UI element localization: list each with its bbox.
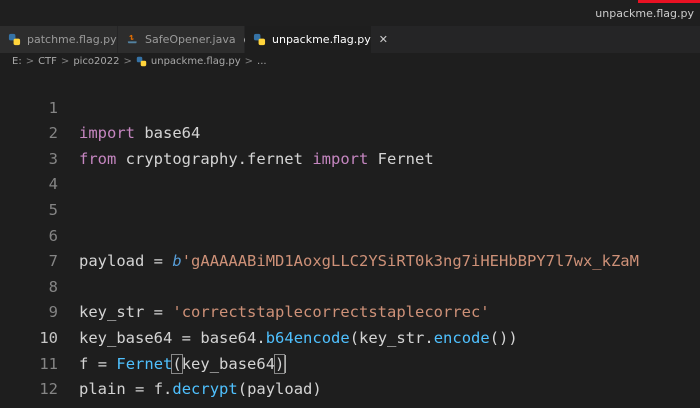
breadcrumb-item[interactable]: ... xyxy=(257,56,267,67)
breadcrumb-item[interactable]: pico2022 xyxy=(73,56,119,67)
code-line: 6 payload = b'gAAAAABiMD1AoxgLLC2YSiRT0k… xyxy=(0,198,700,271)
code-line: 10 f = Fernet(key_base64) xyxy=(0,300,700,374)
breadcrumb-item[interactable]: E: xyxy=(12,56,22,67)
code-line: 5 xyxy=(0,172,700,219)
code-line: 11 plain = f.decrypt(payload) xyxy=(0,326,700,399)
title-bar: unpackme.flag.py xyxy=(0,0,700,26)
java-icon xyxy=(127,34,137,44)
code-line: 4 xyxy=(0,147,700,193)
breadcrumb-separator: > xyxy=(25,56,35,67)
tab-label: patchme.flag.py xyxy=(27,33,117,46)
python-icon xyxy=(8,33,21,46)
active-window-indicator xyxy=(638,0,700,3)
close-icon[interactable]: ✕ xyxy=(379,33,388,46)
breadcrumb-separator: > xyxy=(244,56,254,67)
tab-safeopener[interactable]: SafeOpener.java ● xyxy=(118,26,253,53)
breadcrumb: E: > CTF > pico2022 > unpackme.flag.py >… xyxy=(0,53,700,70)
code-line: 9 key_base64 = base64.b64encode(key_str.… xyxy=(0,275,700,347)
tab-patchme[interactable]: patchme.flag.py xyxy=(0,26,118,53)
code-content: exec(plain.decode()) xyxy=(79,403,266,408)
tab-label: SafeOpener.java xyxy=(145,33,236,46)
python-icon xyxy=(136,56,147,67)
code-line: 3 xyxy=(0,121,700,168)
tab-unpackme[interactable]: unpackme.flag.py ✕ xyxy=(245,26,388,53)
code-editor[interactable]: 1 import base64 2 from cryptography.fern… xyxy=(0,70,700,408)
code-line: 7 xyxy=(0,224,700,270)
breadcrumb-item[interactable]: unpackme.flag.py xyxy=(151,56,241,67)
window-title: unpackme.flag.py xyxy=(595,7,694,20)
breadcrumb-separator: > xyxy=(123,56,132,67)
breadcrumb-item[interactable]: CTF xyxy=(38,56,57,67)
tab-bar: patchme.flag.py SafeOpener.java ● unpack… xyxy=(0,26,700,53)
code-line: 2 from cryptography.fernet import Fernet xyxy=(0,96,700,168)
code-line: 8 key_str = 'correctstaplecorrectstaplec… xyxy=(0,249,700,322)
tab-label: unpackme.flag.py xyxy=(272,33,371,46)
code-line: 12 exec(plain.decode()) xyxy=(0,352,700,408)
line-number: 13 xyxy=(0,403,58,408)
code-line: 13 xyxy=(0,377,700,408)
python-icon xyxy=(253,33,266,46)
code-line: 1 import base64 xyxy=(0,70,700,143)
breadcrumb-separator: > xyxy=(60,56,70,67)
